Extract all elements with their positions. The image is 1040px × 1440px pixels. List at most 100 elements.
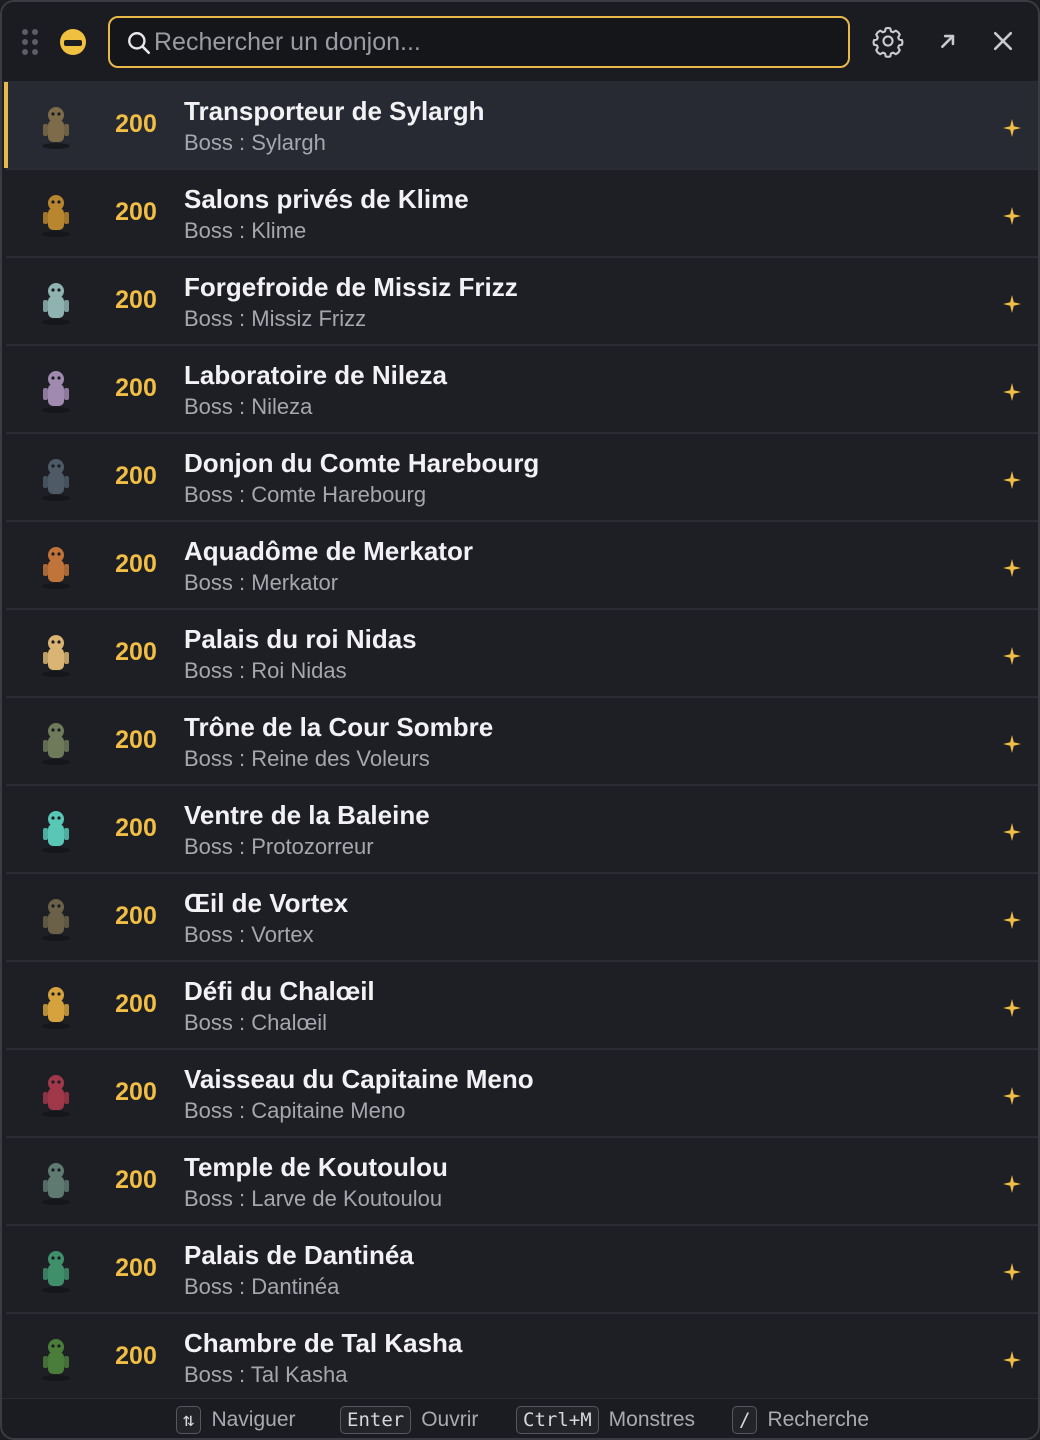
favorite-star-icon[interactable] [1002, 206, 1022, 226]
dungeon-row[interactable]: 200 Forgefroide de Missiz Frizz Boss : Mis… [6, 258, 1038, 346]
dungeon-boss: Boss : Dantinéa [184, 1274, 340, 1299]
dungeon-name: Aquadôme de Merkator [184, 536, 473, 566]
dungeon-name: Vaisseau du Capitaine Meno [184, 1064, 534, 1094]
dungeon-row[interactable]: 200 Palais du roi Nidas Boss : Roi Nidas [6, 610, 1038, 698]
dungeon-row[interactable]: 200 Trône de la Cour Sombre Boss : Reine d… [6, 698, 1038, 786]
dungeon-row[interactable]: 200 Défi du Chalœil Boss : Chalœil [6, 962, 1038, 1050]
dungeon-name: Ventre de la Baleine [184, 800, 430, 830]
popout-button[interactable] [931, 24, 965, 58]
dungeon-level: 200 [115, 814, 157, 842]
app-logo-icon [60, 29, 86, 55]
search-label: Recherche [767, 1408, 870, 1431]
favorite-star-icon[interactable] [1002, 1174, 1022, 1194]
dungeon-row[interactable]: 200 Œil de Vortex Boss : Vortex [6, 874, 1038, 962]
boss-avatar-icon [42, 371, 70, 413]
gear-icon [872, 26, 904, 58]
drag-handle-icon[interactable] [22, 29, 40, 57]
favorite-star-icon[interactable] [1002, 1262, 1022, 1282]
dungeon-finder-window: 200 Transporteur de Sylargh Boss : Sylargh… [0, 0, 1040, 1440]
dungeon-name: Laboratoire de Nileza [184, 360, 447, 390]
settings-button[interactable] [871, 24, 905, 58]
hint-open: Enter Ouvrir [340, 1405, 478, 1435]
search-input[interactable] [154, 18, 834, 66]
dungeon-boss: Boss : Nileza [184, 394, 313, 419]
dungeon-name: Forgefroide de Missiz Frizz [184, 272, 518, 302]
favorite-star-icon[interactable] [1002, 1086, 1022, 1106]
dungeon-level: 200 [115, 902, 157, 930]
dungeon-boss: Boss : Sylargh [184, 130, 326, 155]
boss-avatar-icon [42, 723, 70, 765]
boss-avatar-icon [42, 899, 70, 941]
dungeon-level: 200 [115, 462, 157, 490]
favorite-star-icon[interactable] [1002, 294, 1022, 314]
dungeon-row[interactable]: 200 Transporteur de Sylargh Boss : Sylargh [4, 82, 1038, 170]
dungeon-boss: Boss : Protozorreur [184, 834, 374, 859]
favorite-star-icon[interactable] [1002, 910, 1022, 930]
dungeon-level: 200 [115, 286, 157, 314]
boss-avatar-icon [42, 1251, 70, 1293]
boss-avatar-icon [42, 987, 70, 1029]
dungeon-level: 200 [115, 198, 157, 226]
keyboard-hints-bar: ⇅ Naviguer Enter Ouvrir Ctrl+M Monstres … [2, 1398, 1038, 1438]
dungeon-boss: Boss : Missiz Frizz [184, 306, 367, 331]
dungeon-row[interactable]: 200 Ventre de la Baleine Boss : Protozorre… [6, 786, 1038, 874]
dungeon-boss: Boss : Merkator [184, 570, 339, 595]
dungeon-name: Trône de la Cour Sombre [184, 712, 494, 742]
dungeon-name: Chambre de Tal Kasha [184, 1328, 463, 1358]
dungeon-row[interactable]: 200 Temple de Koutoulou Boss : Larve de Ko… [6, 1138, 1038, 1226]
ctrl-m-key: Ctrl+M [516, 1406, 599, 1434]
dungeon-boss: Boss : Vortex [184, 922, 314, 947]
favorite-star-icon[interactable] [1002, 1350, 1022, 1370]
dungeon-list: 200 Transporteur de Sylargh Boss : Sylargh… [4, 82, 1038, 1402]
dungeon-row[interactable]: 200 Donjon du Comte Harebourg Boss : Comte… [6, 434, 1038, 522]
dungeon-name: Salons privés de Klime [184, 184, 469, 214]
dungeon-name: Transporteur de Sylargh [184, 96, 485, 126]
dungeon-boss: Boss : Tal Kasha [184, 1362, 348, 1387]
dungeon-row[interactable]: 200 Vaisseau du Capitaine Meno Boss : Capi… [6, 1050, 1038, 1138]
favorite-star-icon[interactable] [1002, 998, 1022, 1018]
dungeon-name: Palais du roi Nidas [184, 624, 417, 654]
slash-key: / [732, 1406, 758, 1434]
monsters-label: Monstres [608, 1408, 695, 1431]
boss-avatar-icon [42, 283, 70, 325]
dungeon-name: Temple de Koutoulou [184, 1152, 448, 1182]
search-box [108, 16, 850, 68]
dungeon-level: 200 [115, 110, 157, 138]
close-button[interactable] [986, 24, 1020, 58]
dungeon-boss: Boss : Klime [184, 218, 307, 243]
favorite-star-icon[interactable] [1002, 470, 1022, 490]
dungeon-boss: Boss : Reine des Voleurs [184, 746, 430, 771]
dungeon-name: Palais de Dantinéa [184, 1240, 414, 1270]
favorite-star-icon[interactable] [1002, 382, 1022, 402]
boss-avatar-icon [42, 195, 70, 237]
dungeon-boss: Boss : Comte Harebourg [184, 482, 427, 507]
dungeon-level: 200 [115, 550, 157, 578]
dungeon-row[interactable]: 200 Palais de Dantinéa Boss : Dantinéa [6, 1226, 1038, 1314]
favorite-star-icon[interactable] [1002, 822, 1022, 842]
favorite-star-icon[interactable] [1002, 646, 1022, 666]
favorite-star-icon[interactable] [1002, 558, 1022, 578]
favorite-star-icon[interactable] [1002, 734, 1022, 754]
dungeon-level: 200 [115, 1254, 157, 1282]
dungeon-name: Donjon du Comte Harebourg [184, 448, 540, 478]
navigate-key: ⇅ [176, 1406, 202, 1434]
dungeon-name: Œil de Vortex [184, 888, 349, 918]
dungeon-row[interactable]: 200 Chambre de Tal Kasha Boss : Tal Kasha [6, 1314, 1038, 1402]
hint-monsters: Ctrl+M Monstres [516, 1405, 695, 1435]
hint-search: / Recherche [732, 1405, 869, 1435]
dungeon-level: 200 [115, 990, 157, 1018]
dungeon-level: 200 [115, 1342, 157, 1370]
dungeon-boss: Boss : Capitaine Meno [184, 1098, 406, 1123]
boss-avatar-icon [42, 635, 70, 677]
boss-avatar-icon [42, 547, 70, 589]
dungeon-row[interactable]: 200 Aquadôme de Merkator Boss : Merkator [6, 522, 1038, 610]
hint-navigate: ⇅ Naviguer [176, 1405, 296, 1435]
boss-avatar-icon [42, 1163, 70, 1205]
dungeon-level: 200 [115, 726, 157, 754]
favorite-star-icon[interactable] [1002, 118, 1022, 138]
popout-icon [941, 34, 955, 48]
boss-avatar-icon [42, 1339, 70, 1381]
navigate-label: Naviguer [211, 1408, 296, 1431]
dungeon-row[interactable]: 200 Salons privés de Klime Boss : Klime [6, 170, 1038, 258]
dungeon-row[interactable]: 200 Laboratoire de Nileza Boss : Nileza [6, 346, 1038, 434]
